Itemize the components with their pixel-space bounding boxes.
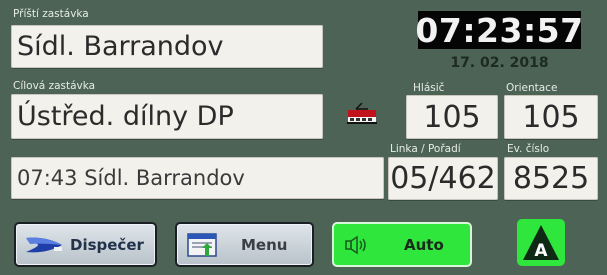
clock-time: 07:23:57 xyxy=(415,10,584,50)
departure-info-field: 07:43 Sídl. Barrandov xyxy=(11,157,384,199)
mode-icon: A xyxy=(523,224,559,261)
orientation-label: Orientace xyxy=(506,82,558,94)
next-stop-label: Příští zastávka xyxy=(13,8,89,20)
next-stop-field: Sídl. Barrandov xyxy=(11,25,323,68)
announcer-label: Hlásič xyxy=(413,82,445,94)
auto-button[interactable]: Auto xyxy=(332,222,472,267)
line-order-label: Linka / Pořadí xyxy=(390,143,461,155)
menu-label: Menu xyxy=(241,235,288,254)
menu-button[interactable]: Menu xyxy=(175,222,314,267)
menu-icon xyxy=(187,232,217,257)
clock-date: 17. 02. 2018 xyxy=(450,55,549,71)
auto-label: Auto xyxy=(404,235,444,254)
mode-button[interactable]: A xyxy=(517,219,565,266)
announcer-field[interactable]: 105 xyxy=(406,95,498,139)
vehicle-number-label: Ev. číslo xyxy=(507,143,550,155)
dispatcher-icon xyxy=(26,237,62,252)
tram-icon xyxy=(347,103,377,124)
mode-letter: A xyxy=(534,241,548,261)
line-order-field[interactable]: 05/462 xyxy=(388,157,498,200)
destination-field: Ústřed. dílny DP xyxy=(11,94,323,139)
vehicle-number-field[interactable]: 8525 xyxy=(504,157,598,200)
dispatcher-button[interactable]: Dispečer xyxy=(14,222,157,267)
orientation-field[interactable]: 105 xyxy=(504,95,598,139)
destination-label: Cílová zastávka xyxy=(13,80,96,92)
dispatcher-label: Dispečer xyxy=(70,235,144,254)
speaker-icon xyxy=(345,235,366,254)
